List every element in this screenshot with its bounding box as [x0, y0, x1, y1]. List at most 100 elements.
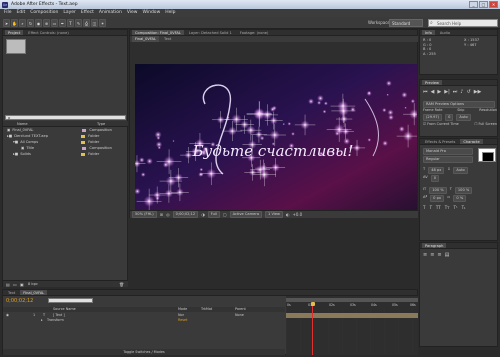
tab-preview[interactable]: Preview: [422, 80, 442, 85]
menu-effect[interactable]: Effect: [81, 9, 94, 17]
grid-icon[interactable]: ⊞: [160, 212, 163, 217]
workspace-select[interactable]: Standard: [389, 19, 423, 27]
audio-icon[interactable]: ♪: [460, 89, 463, 95]
menu-help[interactable]: Help: [165, 9, 175, 17]
time-graph[interactable]: 0s 01s 02s 03s 04s 05s 06s: [286, 296, 418, 355]
camera-tool-icon[interactable]: ◉: [35, 19, 42, 27]
subtab-final[interactable]: Final_0VFAL: [132, 36, 160, 42]
trash-icon[interactable]: 🗑: [119, 282, 124, 287]
zoom-tool-icon[interactable]: ⌕: [19, 19, 26, 27]
rectangle-mask-tool-icon[interactable]: ▭: [51, 19, 58, 27]
search-help-input[interactable]: Search Help: [428, 19, 498, 27]
playhead-handle[interactable]: [310, 302, 315, 306]
stroke-color-swatch[interactable]: [482, 152, 494, 162]
all-caps-toggle[interactable]: TT: [436, 205, 441, 210]
skip-select[interactable]: 0: [445, 114, 454, 121]
last-frame-icon[interactable]: ⏭: [453, 89, 458, 95]
leading-field[interactable]: Auto: [453, 167, 468, 174]
maximize-button[interactable]: □: [479, 1, 488, 8]
table-row[interactable]: ▸ Transform Reset: [3, 318, 285, 323]
zoom-select[interactable]: 50% (FHL): [132, 211, 157, 218]
frame-rate-select[interactable]: (29.97): [423, 114, 443, 121]
interpret-footage-icon[interactable]: ▤: [6, 282, 10, 287]
reset-link[interactable]: Reset: [178, 318, 187, 323]
subscript-toggle[interactable]: T₁: [462, 205, 466, 210]
expand-arrow-icon[interactable]: ▸: [41, 318, 43, 323]
tab-paragraph[interactable]: Paragraph: [422, 243, 447, 248]
tab-timeline-text[interactable]: Text: [5, 290, 18, 295]
resolution-select[interactable]: Auto: [456, 114, 471, 121]
tab-timeline-final[interactable]: Final_0VFAL: [20, 290, 48, 295]
list-item[interactable]: ▸■ Solids Folder: [3, 151, 128, 157]
play-icon[interactable]: ▶: [437, 89, 441, 95]
ram-preview-options-select[interactable]: RAM Preview Options: [423, 101, 495, 108]
rotate-tool-icon[interactable]: ↻: [27, 19, 34, 27]
tab-footage[interactable]: Footage: (none): [237, 30, 272, 35]
superscript-toggle[interactable]: T¹: [454, 205, 458, 210]
current-time-field[interactable]: 0;00;02;12: [172, 211, 199, 218]
hand-tool-icon[interactable]: ✋: [11, 19, 18, 27]
pan-behind-tool-icon[interactable]: ⊕: [43, 19, 50, 27]
new-folder-icon[interactable]: ▭: [13, 282, 17, 287]
font-style-select[interactable]: Regular: [423, 156, 473, 163]
layer-duration-bar[interactable]: [286, 313, 418, 318]
faux-italic-toggle[interactable]: T: [429, 205, 431, 210]
tsume-field[interactable]: 0 %: [453, 195, 467, 202]
region-of-interest-icon[interactable]: ▢: [223, 212, 227, 217]
tab-layer[interactable]: Layer: Detached Solid 1: [186, 30, 235, 35]
align-right-icon[interactable]: ≡: [437, 252, 441, 258]
exposure-icon[interactable]: ◐: [286, 212, 290, 217]
from-current-time-checkbox[interactable]: ☑ From Current Time: [423, 122, 459, 126]
menu-file[interactable]: File: [4, 9, 12, 17]
clone-stamp-tool-icon[interactable]: ⎙: [83, 19, 90, 27]
menu-window[interactable]: Window: [143, 9, 161, 17]
new-composition-icon[interactable]: ▣: [20, 282, 24, 287]
puppet-tool-icon[interactable]: ✶: [99, 19, 106, 27]
toggle-switches-modes[interactable]: Toggle Switches / Modes: [3, 349, 285, 355]
menu-view[interactable]: View: [127, 9, 138, 17]
tab-audio[interactable]: Audio: [437, 30, 453, 35]
timeline-search-input[interactable]: [48, 298, 93, 303]
menu-edit[interactable]: Edit: [17, 9, 26, 17]
timeline-current-time[interactable]: 0;00;02;12: [6, 298, 33, 304]
tracking-field[interactable]: 0: [430, 175, 439, 182]
baseline-shift-field[interactable]: 0 px: [430, 195, 444, 202]
align-left-icon[interactable]: ≡: [423, 252, 427, 258]
justify-icon[interactable]: ▤: [445, 252, 450, 258]
playhead[interactable]: [312, 302, 314, 355]
pen-tool-icon[interactable]: ✒: [59, 19, 66, 27]
resolution-select[interactable]: Full: [207, 211, 220, 218]
camera-view-select[interactable]: Active Camera: [229, 211, 263, 218]
selection-tool-icon[interactable]: ➤: [3, 19, 10, 27]
ram-preview-icon[interactable]: ▶▶: [474, 89, 482, 95]
menu-layer[interactable]: Layer: [63, 9, 76, 17]
horizontal-scale-field[interactable]: 100 %: [454, 187, 473, 194]
faux-bold-toggle[interactable]: T: [423, 205, 425, 210]
first-frame-icon[interactable]: ⏮: [423, 89, 428, 95]
subtab-text[interactable]: Text: [161, 36, 174, 42]
font-family-select[interactable]: Monaid Pro: [423, 148, 473, 155]
tab-effect-controls[interactable]: Effect Controls: (none): [25, 30, 71, 35]
tab-info[interactable]: Info: [422, 30, 435, 35]
full-screen-checkbox[interactable]: ☐ Full Screen: [474, 122, 497, 126]
close-button[interactable]: ✕: [489, 1, 498, 8]
type-tool-icon[interactable]: T: [67, 19, 74, 27]
color-channel-icon[interactable]: ◑: [201, 212, 205, 217]
tab-composition[interactable]: Composition: Final_0VFAL: [132, 30, 184, 35]
font-size-field[interactable]: 48 px: [428, 167, 445, 174]
work-area-bar[interactable]: [286, 298, 418, 302]
previous-frame-icon[interactable]: ◀: [431, 89, 435, 95]
brush-tool-icon[interactable]: ✎: [75, 19, 82, 27]
loop-icon[interactable]: ↺: [466, 89, 470, 95]
camera-snapshot-icon[interactable]: ◎: [166, 212, 170, 217]
bpc-indicator[interactable]: 8 bpc: [28, 281, 38, 288]
align-center-icon[interactable]: ≡: [430, 252, 434, 258]
views-select[interactable]: 1 View: [265, 211, 283, 218]
exposure-value[interactable]: +0.0: [293, 212, 303, 217]
comp-viewer[interactable]: Будьте счастливы!: [128, 64, 426, 220]
tab-character[interactable]: Characte: [460, 139, 483, 144]
project-search-input[interactable]: ρ: [5, 115, 126, 120]
next-frame-icon[interactable]: ▶|: [444, 89, 450, 95]
tab-project[interactable]: Project: [5, 30, 24, 35]
vertical-scale-field[interactable]: 100 %: [429, 187, 447, 194]
